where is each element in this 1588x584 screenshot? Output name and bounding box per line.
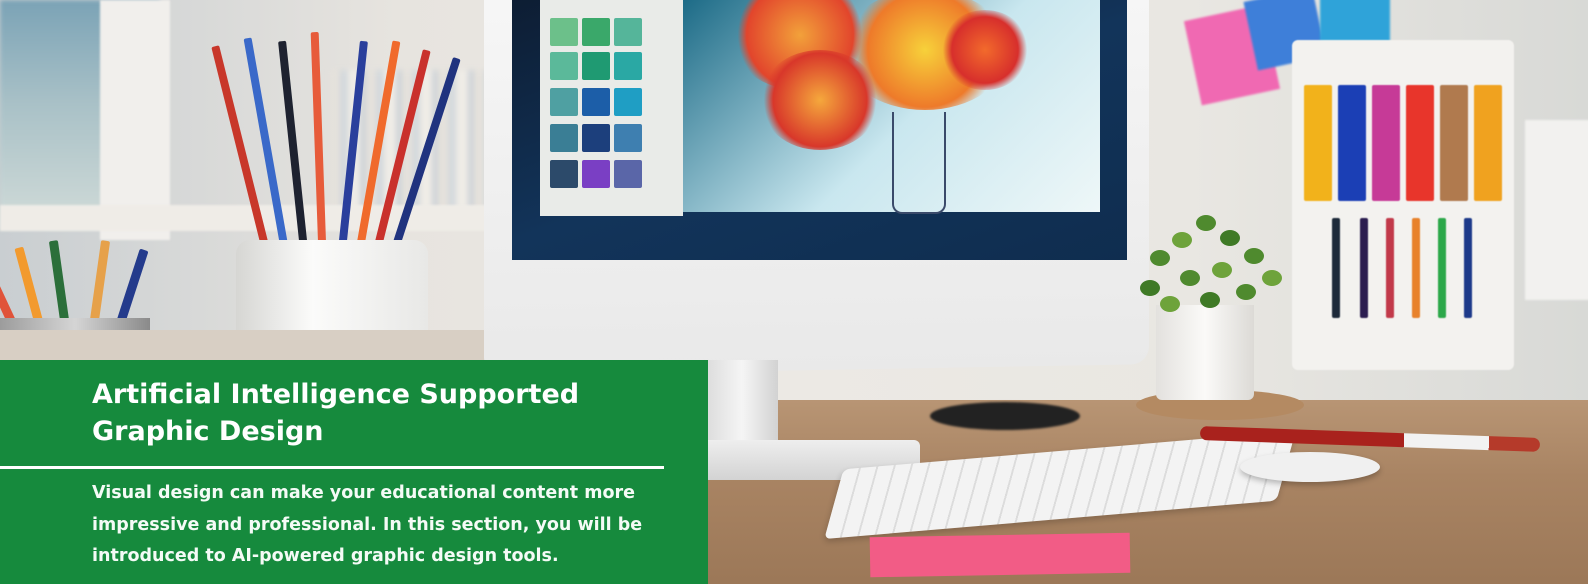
color-stick — [1464, 218, 1472, 318]
plant-leaf — [1160, 296, 1180, 312]
plant-leaf — [1220, 230, 1240, 246]
color-strip-red — [1406, 85, 1434, 201]
color-strip-orange — [1474, 85, 1502, 201]
color-strip-yellow — [1304, 85, 1332, 201]
flower-illustration — [760, 50, 880, 150]
color-swatch — [582, 52, 610, 80]
plant-leaf — [1196, 215, 1216, 231]
plant-leaf — [1172, 232, 1192, 248]
plant-leaf — [1262, 270, 1282, 286]
monitor-stand — [706, 360, 778, 450]
background-board — [1525, 120, 1588, 300]
color-stick — [1360, 218, 1368, 318]
color-swatch — [550, 160, 578, 188]
divider — [0, 466, 664, 469]
color-swatch — [614, 52, 642, 80]
title-line-1: Artificial Intelligence Supported — [92, 379, 580, 410]
color-swatch — [614, 88, 642, 116]
color-strip-blue — [1338, 85, 1366, 201]
title-line-2: Graphic Design — [92, 416, 324, 447]
color-swatch — [582, 160, 610, 188]
color-stick — [1438, 218, 1446, 318]
color-swatch — [614, 18, 642, 46]
color-swatch — [582, 88, 610, 116]
pink-sticky-pad — [869, 532, 1131, 578]
color-strip-magenta — [1372, 85, 1400, 201]
plant-leaf — [1212, 262, 1232, 278]
color-swatch — [614, 160, 642, 188]
color-swatch — [582, 18, 610, 46]
white-mouse — [1240, 452, 1380, 482]
info-panel: Artificial Intelligence Supported Graphi… — [0, 360, 708, 584]
plant-leaf — [1140, 280, 1160, 296]
description-text: Visual design can make your educational … — [92, 483, 643, 566]
vase-illustration — [892, 112, 946, 214]
page-title: Artificial Intelligence Supported Graphi… — [92, 376, 692, 450]
color-stick — [1332, 218, 1340, 318]
swatch-panel — [540, 0, 683, 216]
color-swatch — [550, 18, 578, 46]
color-swatch — [550, 52, 578, 80]
plant-leaf — [1200, 292, 1220, 308]
color-swatch — [582, 124, 610, 152]
color-stick — [1386, 218, 1394, 318]
color-swatch — [550, 124, 578, 152]
color-swatch — [550, 88, 578, 116]
dark-mouse — [930, 402, 1080, 430]
plant-leaf — [1244, 248, 1264, 264]
color-palette-board — [1292, 40, 1514, 370]
plant-pot — [1156, 305, 1254, 400]
cyan-sticky-note — [1320, 0, 1390, 42]
window-frame — [100, 0, 170, 240]
plant-leaf — [1180, 270, 1200, 286]
flower-illustration — [940, 10, 1030, 90]
color-stick — [1412, 218, 1420, 318]
color-strip-brown — [1440, 85, 1468, 201]
color-swatch — [614, 124, 642, 152]
plant-leaf — [1150, 250, 1170, 266]
plant-leaf — [1236, 284, 1256, 300]
